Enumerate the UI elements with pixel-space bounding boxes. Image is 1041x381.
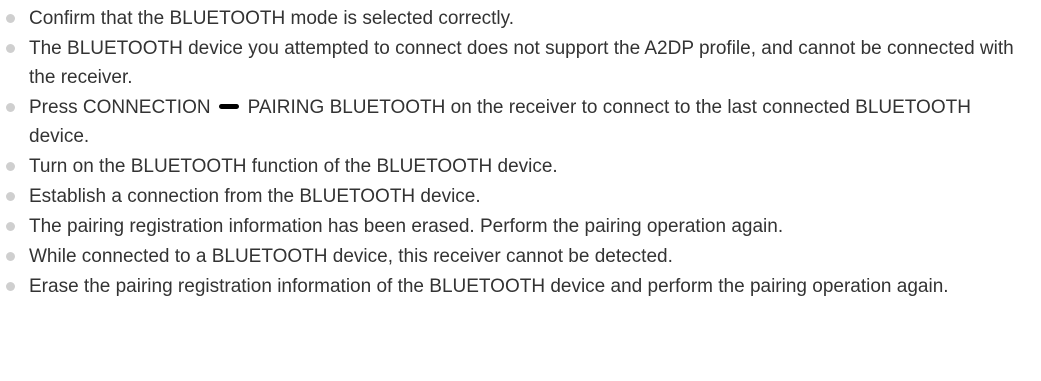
list-item-text: The BLUETOOTH device you attempted to co… xyxy=(29,38,1014,88)
list-item: Erase the pairing registration informati… xyxy=(0,272,1041,301)
list-item-text-before: Press CONNECTION xyxy=(29,97,211,118)
list-item-text: Erase the pairing registration informati… xyxy=(29,276,949,297)
bullet-icon xyxy=(6,282,15,291)
bullet-icon xyxy=(6,162,15,171)
list-item-text: Establish a connection from the BLUETOOT… xyxy=(29,186,481,207)
bullet-icon xyxy=(6,44,15,53)
dash-icon xyxy=(218,104,239,110)
list-item: Turn on the BLUETOOTH function of the BL… xyxy=(0,152,1041,181)
troubleshooting-list: Confirm that the BLUETOOTH mode is selec… xyxy=(0,0,1041,301)
bullet-icon xyxy=(6,14,15,23)
list-item-text: The pairing registration information has… xyxy=(29,216,784,237)
list-item: While connected to a BLUETOOTH device, t… xyxy=(0,242,1041,271)
bullet-icon xyxy=(6,252,15,261)
list-item: The BLUETOOTH device you attempted to co… xyxy=(0,34,1041,92)
list-item-text: While connected to a BLUETOOTH device, t… xyxy=(29,246,673,267)
list-item: Confirm that the BLUETOOTH mode is selec… xyxy=(0,4,1041,33)
bullet-icon xyxy=(6,192,15,201)
list-item: Establish a connection from the BLUETOOT… xyxy=(0,182,1041,211)
list-item: Press CONNECTION PAIRING BLUETOOTH on the… xyxy=(0,93,1041,151)
bullet-icon xyxy=(6,103,15,112)
list-item-text: Turn on the BLUETOOTH function of the BL… xyxy=(29,156,558,177)
bullet-icon xyxy=(6,222,15,231)
list-item-text: Confirm that the BLUETOOTH mode is selec… xyxy=(29,8,515,29)
list-item: The pairing registration information has… xyxy=(0,212,1041,241)
